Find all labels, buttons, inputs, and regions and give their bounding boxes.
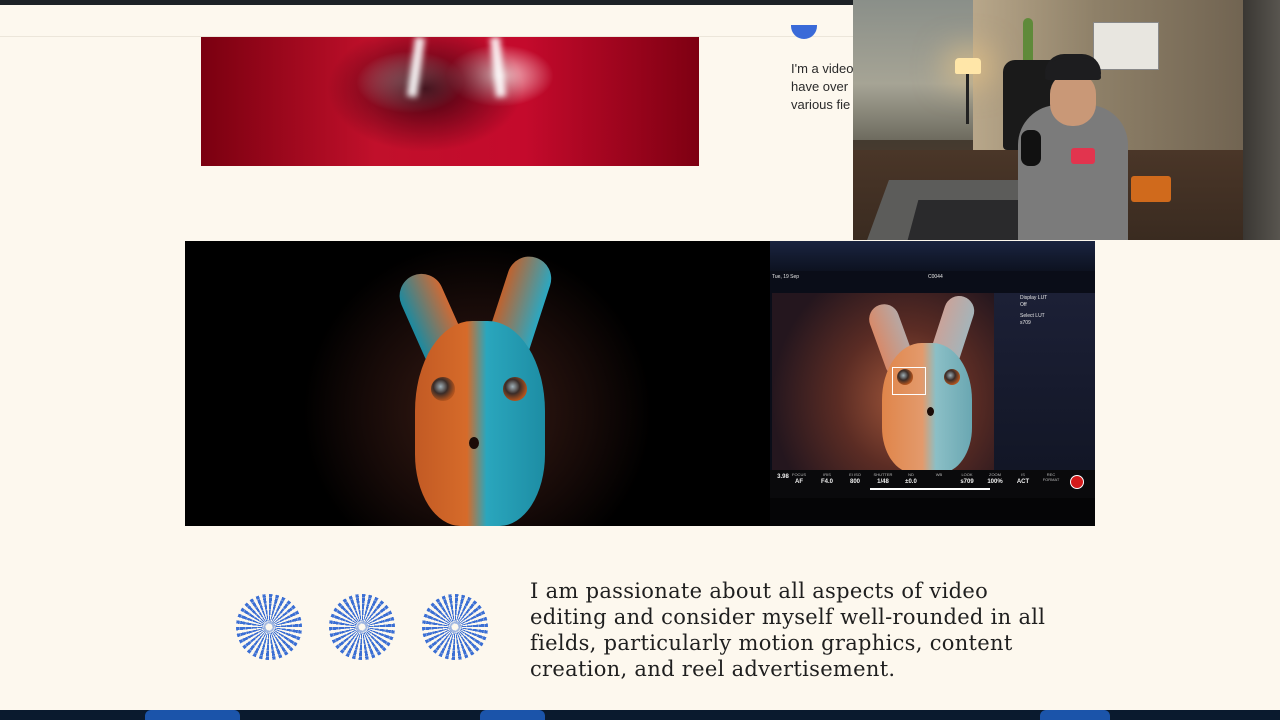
display-lut-value: Off bbox=[1020, 302, 1027, 308]
passion-line: creation, and reel advertisement. bbox=[530, 657, 896, 681]
webcam-microphone bbox=[1021, 130, 1041, 166]
webcam-lamp bbox=[955, 58, 981, 74]
rabbit-eye bbox=[503, 377, 527, 401]
select-lut-label: Select LUT bbox=[1020, 313, 1045, 319]
passion-line: fields, particularly motion graphics, co… bbox=[530, 631, 1013, 655]
rabbit-eye bbox=[431, 377, 455, 401]
about-line: various fie bbox=[791, 97, 851, 112]
webcam-orange-device bbox=[1131, 176, 1171, 202]
monitor-viewfinder bbox=[772, 293, 994, 470]
monitor-top-bezel bbox=[770, 241, 1095, 271]
monitor-bottom-bezel bbox=[770, 498, 1095, 526]
rabbit-head bbox=[415, 321, 545, 526]
about-text: I'm a video have over various fie bbox=[791, 60, 853, 114]
dock-item[interactable] bbox=[145, 710, 240, 720]
rabbit-eye bbox=[944, 369, 960, 385]
monitor-setting-look: LOOK s709 bbox=[960, 472, 974, 485]
spiral-icon bbox=[422, 594, 488, 660]
webcam-phone bbox=[1071, 148, 1095, 164]
monitor-setting-iris: IRIS F4.0 bbox=[820, 472, 833, 485]
monitor-lut-panel: Display LUT Off Select LUT s709 bbox=[994, 293, 1095, 470]
rabbit-head bbox=[882, 343, 972, 470]
audio-meter bbox=[870, 488, 990, 490]
monitor-setting-zoom: ZOOM 100% bbox=[987, 472, 1003, 485]
monitor-setting-wb: WB bbox=[935, 472, 943, 477]
rabbid-3d-render bbox=[185, 241, 770, 526]
webcam-lamp-stand bbox=[966, 74, 969, 124]
monitor-date: Tue, 19 Sep bbox=[772, 274, 800, 280]
monitor-setting-focus: FOCUS AF bbox=[792, 472, 806, 485]
webcam-overlay bbox=[853, 0, 1280, 240]
monitor-setting-shutter: SHUTTER 1/48 bbox=[873, 472, 893, 485]
desktop-dock-strip bbox=[0, 710, 1280, 720]
monitor-clip-name: C0044 bbox=[928, 274, 943, 280]
about-line: I'm a video bbox=[791, 61, 853, 76]
webcam-cap bbox=[1045, 58, 1101, 80]
monitor-setting-nd: ND ±0.0 bbox=[905, 472, 917, 485]
monitor-setting-is: IS ACT bbox=[1016, 472, 1030, 485]
display-lut-label: Display LUT bbox=[1020, 295, 1048, 301]
passion-statement: I am passionate about all aspects of vid… bbox=[530, 578, 1070, 682]
camera-monitor: Tue, 19 Sep C0044 Display LUT Off Select… bbox=[770, 241, 1095, 526]
focus-box-icon bbox=[892, 367, 926, 395]
select-lut-value: s709 bbox=[1020, 320, 1031, 326]
monitor-setting-rec-format: REC FORMAT bbox=[1042, 472, 1060, 482]
passion-line: editing and consider myself well-rounded… bbox=[530, 605, 1046, 629]
spiral-icon bbox=[236, 594, 302, 660]
passion-line: I am passionate about all aspects of vid… bbox=[530, 579, 989, 603]
dock-item[interactable] bbox=[1040, 710, 1110, 720]
monitor-settings-bar: 3.98 FOCUS AF IRIS F4.0 EI ISO 800 SHUTTER 1… bbox=[770, 470, 1095, 498]
monitor-setting-iso: EI ISO 800 bbox=[849, 472, 861, 485]
webcam-whiteboard bbox=[1093, 22, 1159, 70]
about-line: have over bbox=[791, 79, 849, 94]
webcam-right-edge bbox=[1243, 0, 1280, 240]
light-beam bbox=[489, 37, 507, 98]
red-stage-video-thumbnail[interactable] bbox=[201, 37, 699, 166]
rabbit-mouth bbox=[469, 437, 479, 449]
light-beam bbox=[406, 37, 426, 98]
webcam-person-head bbox=[1050, 72, 1096, 126]
rabbit-mouth bbox=[927, 407, 934, 416]
about-section: I'm a video have over various fie bbox=[791, 5, 853, 125]
record-icon bbox=[1070, 475, 1084, 489]
avatar bbox=[791, 25, 817, 39]
dock-item[interactable] bbox=[480, 710, 545, 720]
spiral-icon bbox=[329, 594, 395, 660]
rabbid-render-showcase[interactable]: Tue, 19 Sep C0044 Display LUT Off Select… bbox=[185, 241, 1095, 526]
